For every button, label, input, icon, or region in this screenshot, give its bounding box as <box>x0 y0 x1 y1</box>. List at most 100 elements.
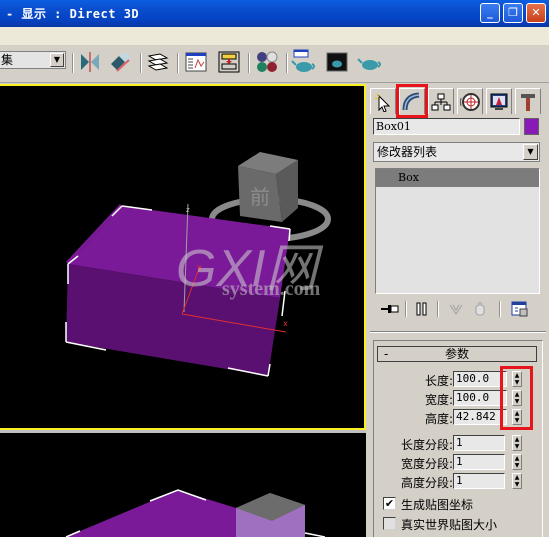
width-segs-field[interactable]: 1 <box>453 454 505 470</box>
width-segs-spinner[interactable]: ▲ ▼ <box>512 454 522 470</box>
toolbar-separator <box>177 53 179 73</box>
schematic-view-button[interactable] <box>216 49 242 75</box>
align-button[interactable] <box>108 49 134 75</box>
length-segs-field[interactable]: 1 <box>453 435 505 451</box>
axis-label-y: y <box>197 263 202 272</box>
param-row-height-segs: 高度分段: 1 ▲ ▼ <box>367 473 549 491</box>
stack-toolbar-separator <box>437 301 439 317</box>
track-view-button[interactable] <box>183 49 209 75</box>
viewcube[interactable]: 前 <box>238 152 298 222</box>
remove-modifier-icon <box>475 302 485 316</box>
show-end-result-button[interactable] <box>411 300 433 318</box>
box01-object[interactable] <box>65 204 291 377</box>
length-field[interactable]: 100.0 <box>453 371 507 387</box>
named-selection-set-dropdown[interactable]: 集 ▼ <box>0 51 66 69</box>
modifier-stack: Box <box>375 168 540 294</box>
toolbar-separator <box>72 53 74 73</box>
toolbar-separator <box>248 53 250 73</box>
make-unique-button <box>445 300 467 318</box>
param-label: 高度分段: <box>400 476 453 490</box>
configure-modifier-sets-button[interactable] <box>509 300 531 318</box>
utilities-icon <box>521 93 535 111</box>
tab-create[interactable] <box>370 88 396 114</box>
perspective-viewport-active[interactable]: 前 z y x GXI网 system.com <box>0 84 366 430</box>
schematic-icon <box>218 51 240 73</box>
menu-strip <box>0 27 549 45</box>
modifier-list-label: 修改器列表 <box>377 145 438 159</box>
viewport-scene-bottom <box>65 489 326 537</box>
render-scene-button[interactable] <box>291 49 317 75</box>
height-field[interactable]: 42.842 <box>453 409 507 425</box>
param-row-length-segs: 长度分段: 1 ▲ ▼ <box>367 435 549 453</box>
checkbox-unchecked[interactable] <box>383 517 396 530</box>
param-label: 高度: <box>424 412 453 426</box>
height-segs-field[interactable]: 1 <box>453 473 505 489</box>
param-row-width-segs: 宽度分段: 1 ▲ ▼ <box>367 454 549 472</box>
checkbox-label: 生成贴图坐标 <box>401 498 474 512</box>
hierarchy-icon <box>431 93 451 110</box>
stack-item-box[interactable]: Box <box>376 169 539 187</box>
axis-label-z: z <box>186 206 190 214</box>
axis-label-x: x <box>283 319 288 328</box>
pin-stack-button[interactable] <box>379 300 401 318</box>
selection-set-value: 集 <box>1 53 14 67</box>
create-icon <box>374 93 391 112</box>
chevron-down-icon[interactable]: ▼ <box>50 53 64 67</box>
layer-manager-button[interactable] <box>145 49 171 75</box>
tab-motion[interactable] <box>457 88 483 114</box>
stack-toolbar <box>373 298 543 320</box>
toolbar-separator <box>140 53 142 73</box>
minimize-button[interactable]: _ <box>480 3 500 23</box>
tab-display[interactable] <box>486 88 512 114</box>
toolbar-separator <box>286 53 288 73</box>
stack-toolbar-separator <box>499 301 501 317</box>
real-world-map-size-checkbox[interactable]: 真实世界贴图大小 <box>383 516 543 532</box>
object-name-field[interactable]: Box01 <box>373 118 520 135</box>
render-setup-teapot-icon <box>291 49 315 72</box>
checkbox-label: 真实世界贴图大小 <box>401 518 498 532</box>
height-segs-spinner[interactable]: ▲ ▼ <box>512 473 522 489</box>
remove-modifier-button <box>469 300 491 318</box>
main-toolbar: 集 ▼ <box>0 45 549 83</box>
param-label: 宽度: <box>424 393 453 407</box>
tab-hierarchy[interactable] <box>428 88 454 114</box>
modify-tab-highlight <box>396 84 428 118</box>
quick-render-button[interactable] <box>357 49 383 75</box>
rendered-frame-icon <box>326 52 348 72</box>
param-label: 长度分段: <box>400 438 453 452</box>
box01-object-bottom <box>66 490 236 537</box>
gen-mapping-coords-checkbox[interactable]: ✔ 生成贴图坐标 <box>383 496 543 512</box>
close-button[interactable]: ✕ <box>526 3 546 23</box>
mirror-button[interactable] <box>77 49 103 75</box>
chevron-down-icon[interactable]: ▼ <box>523 144 538 160</box>
material-spheres-icon <box>257 51 278 72</box>
width-field[interactable]: 100.0 <box>453 390 507 406</box>
make-unique-icon <box>449 304 463 315</box>
display-icon <box>490 93 508 110</box>
tab-utilities[interactable] <box>515 88 541 114</box>
title-bar: - 显示 : Direct 3D _ ❐ ✕ <box>0 0 549 27</box>
rollout-title: 参数 <box>444 347 469 361</box>
show-end-result-icon <box>416 302 427 316</box>
mirror-icon <box>81 52 99 72</box>
checkbox-checked[interactable]: ✔ <box>383 497 396 510</box>
material-editor-button[interactable] <box>254 49 280 75</box>
param-label: 长度: <box>424 374 453 388</box>
length-segs-spinner[interactable]: ▲ ▼ <box>512 435 522 451</box>
motion-icon <box>460 92 480 111</box>
stack-toolbar-separator <box>405 301 407 317</box>
rendered-frame-button[interactable] <box>324 49 350 75</box>
pin-stack-icon <box>381 305 399 313</box>
viewcube-front-label: 前 <box>250 185 270 209</box>
parameters-rollout-header[interactable]: - 参数 <box>377 346 537 362</box>
restore-button[interactable]: ❐ <box>503 3 523 23</box>
secondary-viewport[interactable] <box>0 433 366 537</box>
spinner-highlight <box>500 366 533 430</box>
command-panel-tabs <box>370 84 546 118</box>
modifier-list-dropdown[interactable]: 修改器列表 ▼ <box>373 142 540 162</box>
configure-modifier-sets-icon <box>511 301 528 317</box>
panel-divider <box>370 331 546 333</box>
object-color-swatch[interactable] <box>524 118 539 135</box>
layers-icon <box>147 53 169 71</box>
command-panel: Box01 修改器列表 ▼ Box - 参数 长度: 100.0 ▲ ▼ 宽度:… <box>367 84 549 537</box>
